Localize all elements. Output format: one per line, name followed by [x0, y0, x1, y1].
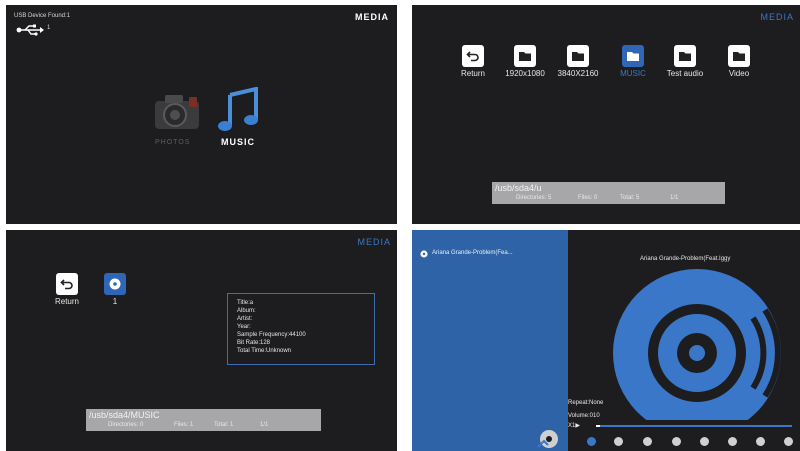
disc-icon: [420, 250, 428, 258]
usb-count: 1: [47, 25, 51, 31]
info-title: Title:a: [237, 300, 254, 306]
directories-count: Directories: 0: [108, 422, 144, 428]
music-file-label: 1: [112, 297, 118, 306]
folder-icon: [627, 52, 639, 61]
path-bar: /usb/sda4/MUSIC Directories: 0 Files: 1 …: [86, 409, 321, 431]
return-label: Return: [460, 69, 485, 78]
folder-icon: [733, 52, 745, 61]
speed-indicator: X1▶: [568, 423, 580, 429]
info-sample-frequency: Sample Frequency:44100: [237, 332, 306, 338]
info-bit-rate: Bit Rate:128: [237, 340, 271, 346]
info-button[interactable]: [784, 437, 793, 446]
total-count: Total: 1: [214, 422, 234, 428]
pause-button[interactable]: [643, 437, 652, 446]
disc-icon: [109, 278, 121, 290]
stop-button[interactable]: [672, 437, 681, 446]
playlist-item[interactable]: Ariana Grande-Problem(Fea...: [418, 248, 566, 260]
repeat-status: Repeat:None: [568, 400, 604, 406]
current-path: /usb/sda4/u: [495, 183, 542, 193]
path-bar: /usb/sda4/u Directories: 5 Files: 0 Tota…: [492, 182, 725, 204]
folder-icon: [519, 52, 531, 61]
return-icon: [60, 279, 73, 290]
playlist-button[interactable]: [756, 437, 765, 446]
usb-status-text: USB Device Found:1: [14, 13, 71, 19]
info-year: Year:: [237, 324, 251, 330]
volume-status: Volume:010: [568, 413, 600, 419]
folder-label: Test audio: [666, 69, 704, 78]
current-path: /usb/sda4/MUSIC: [89, 410, 160, 420]
info-artist: Artist:: [237, 316, 253, 322]
files-count: Files: 0: [578, 195, 598, 201]
folder-icon: [679, 52, 691, 61]
progress-fill: [596, 425, 600, 427]
vinyl-record-icon: [613, 269, 781, 437]
playlist-item-title: Ariana Grande-Problem(Fea...: [432, 250, 513, 256]
folder-1920x1080[interactable]: [514, 45, 536, 67]
music-file-item[interactable]: [104, 273, 126, 295]
music-note-icon: [218, 87, 258, 131]
home-screen-panel: USB Device Found:1 1 MEDIA PHOTOS MUSIC: [6, 5, 397, 224]
folder-video[interactable]: [728, 45, 750, 67]
now-playing-title: Ariana Grande-Problem(Feat.Iggy: [640, 256, 731, 262]
media-brand: MEDIA: [357, 237, 391, 247]
folder-3840x2160[interactable]: [567, 45, 589, 67]
next-track-button[interactable]: [700, 437, 709, 446]
file-info-box: Title:a Album: Artist: Year: Sample Freq…: [227, 293, 375, 365]
usb-icon: [16, 23, 44, 41]
album-art-icon: [537, 430, 558, 448]
music-player-panel: Ariana Grande-Problem(Fea... Ariana Gran…: [412, 230, 800, 451]
media-brand: MEDIA: [760, 12, 794, 22]
time-readout: 00:00:03/00:03:14: [646, 415, 695, 421]
files-count: Files: 1: [174, 422, 194, 428]
return-button[interactable]: [462, 45, 484, 67]
media-brand: MEDIA: [355, 12, 389, 22]
music-file-panel: MEDIA Return 1 Title:a Album: Artist: Ye…: [6, 230, 397, 451]
page-indicator: 1/1: [260, 422, 269, 428]
music-tile[interactable]: MUSIC: [214, 87, 270, 151]
camera-icon: [155, 95, 199, 129]
return-button[interactable]: [56, 273, 78, 295]
fast-forward-button[interactable]: [728, 437, 737, 446]
info-total-time: Total Time:Unknown: [237, 348, 292, 354]
folder-label: Video: [728, 69, 750, 78]
player-controls: X1▶ 00:00:03/00:03:14: [568, 415, 800, 451]
page-indicator: 1/1: [670, 195, 679, 201]
folder-label: 1920x1080: [505, 69, 545, 78]
progress-track[interactable]: [596, 425, 792, 427]
repeat-mode-button[interactable]: [587, 437, 596, 446]
total-count: Total: 5: [620, 195, 640, 201]
folder-test-audio[interactable]: [674, 45, 696, 67]
photos-tile[interactable]: PHOTOS: [149, 89, 205, 151]
directories-count: Directories: 5: [516, 195, 552, 201]
previous-track-button[interactable]: [614, 437, 623, 446]
return-icon: [466, 51, 479, 62]
info-album: Album:: [237, 308, 256, 314]
folder-icon: [572, 52, 584, 61]
photos-label: PHOTOS: [155, 139, 191, 146]
music-label: MUSIC: [221, 137, 255, 147]
folder-label: 3840X2160: [557, 69, 599, 78]
folder-music[interactable]: [622, 45, 644, 67]
playlist-sidebar: Ariana Grande-Problem(Fea...: [412, 230, 568, 451]
folder-label: MUSIC: [620, 69, 646, 78]
folder-browser-panel: MEDIA Return 1920x1080 3840X2160 MUSIC T…: [412, 5, 800, 224]
